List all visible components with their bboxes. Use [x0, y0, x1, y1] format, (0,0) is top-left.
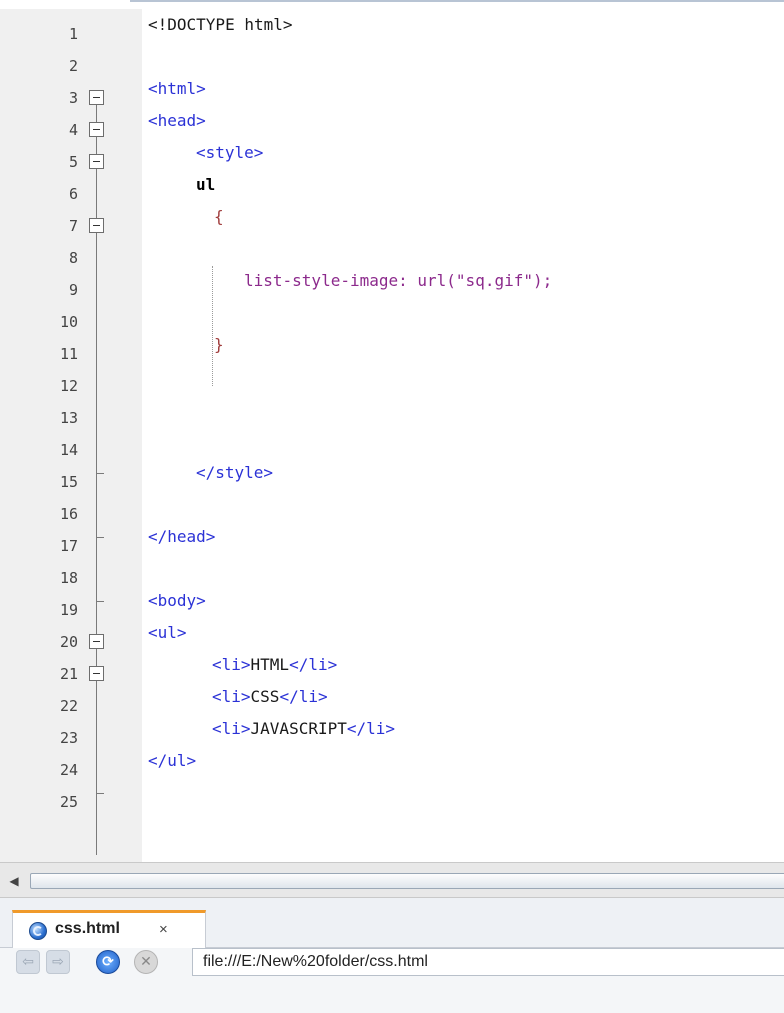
- close-icon[interactable]: ×: [159, 921, 168, 938]
- fold-toggle-icon[interactable]: [89, 666, 104, 681]
- code-editor[interactable]: 1 2 3 4 5 6 7 8 9 10 11 12 13 14 15 16 1…: [0, 0, 784, 862]
- line-number: 7: [68, 217, 78, 235]
- fold-toggle-icon[interactable]: [89, 634, 104, 649]
- code-line-17: </head>: [148, 527, 216, 546]
- line-number: 1: [68, 25, 78, 43]
- code-line-22: <li>CSS</li>: [212, 681, 328, 713]
- reload-icon[interactable]: ⟳: [96, 950, 120, 974]
- code-line-19: <body>: [148, 591, 206, 610]
- code-line-15: </style>: [196, 463, 274, 482]
- fold-end-marker: [96, 601, 104, 602]
- stop-icon[interactable]: ✕: [134, 950, 158, 974]
- line-number: 2: [68, 57, 78, 75]
- code-line-20: <ul>: [148, 623, 187, 642]
- tab-hint: [130, 0, 784, 9]
- code-line-9: list-style-image: url("sq.gif");: [244, 271, 553, 290]
- line-number: 11: [59, 345, 78, 363]
- tag-open: <li>: [212, 655, 251, 674]
- tag-text: CSS: [250, 687, 280, 706]
- line-number-gutter: 1 2 3 4 5 6 7 8 9 10 11 12 13 14 15 16 1…: [0, 9, 142, 862]
- line-number: 16: [59, 505, 78, 523]
- code-line-21: <li>HTML</li>: [212, 649, 337, 681]
- line-number: 4: [68, 121, 78, 139]
- code-line-11: }: [214, 335, 224, 354]
- back-arrow-icon[interactable]: ⇦: [16, 950, 40, 974]
- fold-toggle-icon[interactable]: [89, 154, 104, 169]
- line-number: 9: [68, 281, 78, 299]
- forward-arrow-icon[interactable]: ⇨: [46, 950, 70, 974]
- line-number: 24: [59, 761, 78, 779]
- line-number: 3: [68, 89, 78, 107]
- line-number: 14: [59, 441, 78, 459]
- globe-icon: [29, 922, 47, 940]
- browser-tab-strip: css.html ×: [0, 898, 784, 948]
- tag-text: JAVASCRIPT: [250, 719, 347, 738]
- tag-text: HTML: [250, 655, 290, 674]
- editor-top-strip: [0, 0, 784, 9]
- line-number: 22: [59, 697, 78, 715]
- line-number: 19: [59, 601, 78, 619]
- line-number: 23: [59, 729, 78, 747]
- tag-close: </li>: [289, 655, 338, 674]
- line-number: 12: [59, 377, 78, 395]
- line-number: 8: [68, 249, 78, 267]
- horizontal-scrollbar[interactable]: ◀: [0, 862, 784, 898]
- tab-css-html[interactable]: css.html ×: [12, 910, 206, 948]
- fold-end-marker: [96, 473, 104, 474]
- line-number: 21: [59, 665, 78, 683]
- tab-label: css.html: [55, 920, 120, 937]
- code-line-7: {: [214, 207, 224, 226]
- fold-toggle-icon[interactable]: [89, 218, 104, 233]
- tag-close: </li>: [279, 687, 328, 706]
- fold-toggle-icon[interactable]: [89, 122, 104, 137]
- fold-end-marker: [96, 793, 104, 794]
- line-number: 17: [59, 537, 78, 555]
- address-bar[interactable]: file:///E:/New%20folder/css.html: [192, 948, 784, 976]
- indent-guide: [212, 266, 214, 386]
- tag-open: <li>: [212, 719, 251, 738]
- code-line-24: </ul>: [148, 751, 197, 770]
- scrollbar-thumb[interactable]: [30, 873, 784, 889]
- code-line-4: <head>: [148, 111, 206, 130]
- line-number: 15: [59, 473, 78, 491]
- navigation-bar: ⇦ ⇨ ⟳ ✕ file:///E:/New%20folder/css.html: [0, 948, 784, 1013]
- line-number: 6: [68, 185, 78, 203]
- code-line-6: ul: [196, 175, 216, 194]
- code-area[interactable]: <!DOCTYPE html> <html> <head> <style> ul…: [148, 9, 784, 862]
- code-line-3: <html>: [148, 79, 206, 98]
- tag-close: </li>: [346, 719, 396, 738]
- code-line-23: <li>JAVASCRIPT</li>: [212, 713, 395, 745]
- fold-end-marker: [96, 537, 104, 538]
- fold-toggle-icon[interactable]: [89, 90, 104, 105]
- tag-open: <li>: [212, 687, 251, 706]
- code-line-1: <!DOCTYPE html>: [148, 15, 293, 34]
- line-number: 25: [59, 793, 78, 811]
- line-number: 18: [59, 569, 78, 587]
- code-line-5: <style>: [196, 143, 264, 162]
- line-number: 20: [59, 633, 78, 651]
- line-number: 13: [59, 409, 78, 427]
- line-number: 5: [68, 153, 78, 171]
- url-text: file:///E:/New%20folder/css.html: [203, 953, 428, 970]
- line-number: 10: [59, 313, 78, 331]
- scroll-left-arrow-icon[interactable]: ◀: [4, 872, 24, 890]
